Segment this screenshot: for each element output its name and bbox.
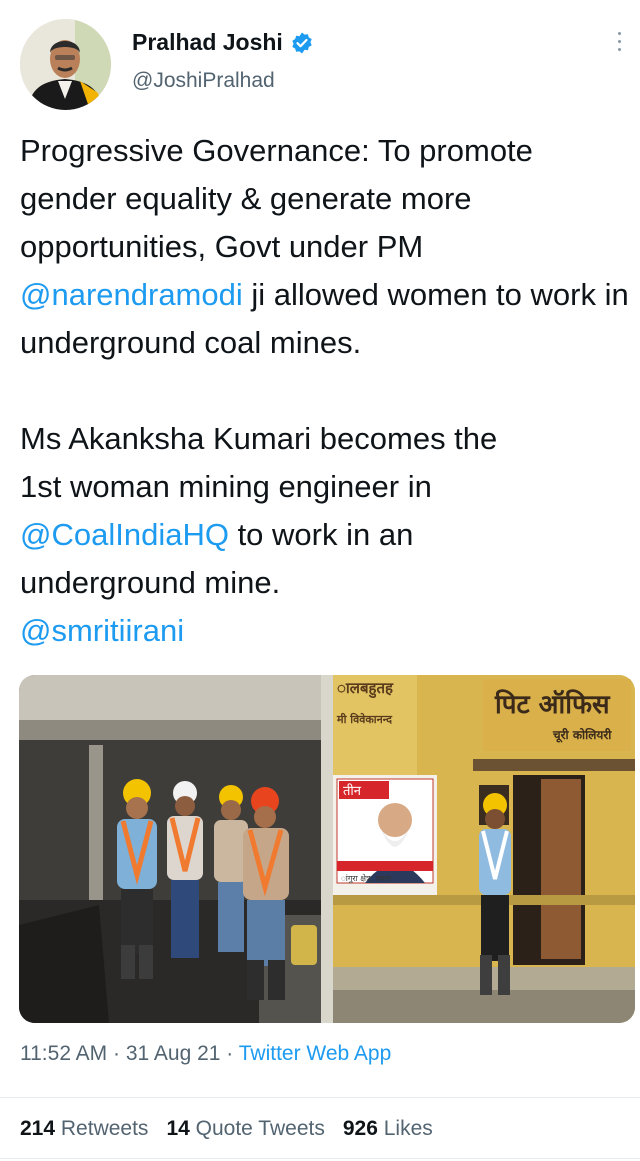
tweet-timestamp: 11:52 AM · 31 Aug 21 · Twitter Web App (20, 1042, 391, 1066)
profile-photo-icon (20, 19, 111, 110)
engagement-stats: 214 Retweets 14 Quote Tweets 926 Likes (20, 1117, 451, 1141)
pit-office-sign: पिट ऑफिस (494, 689, 611, 720)
tweet-date[interactable]: 31 Aug 21 (126, 1042, 221, 1065)
pit-office-sub-sign: चूरी कोलियरी (552, 728, 612, 743)
tweet-paragraph-1: Progressive Governance: To promote gende… (20, 127, 632, 367)
divider (0, 1097, 640, 1098)
tweet-paragraph-2: Ms Akanksha Kumari becomes the 1st woman… (20, 415, 530, 607)
verified-badge-icon (292, 32, 312, 54)
avatar[interactable] (20, 19, 111, 110)
mine-workers-group-photo[interactable] (19, 675, 321, 1023)
quote-tweets-count: 14 (166, 1117, 190, 1140)
tweet-header: Pralhad Joshi @JoshiPralhad (0, 0, 640, 120)
tweet-paragraph-3: @smritiirani (20, 607, 632, 655)
more-options-icon[interactable] (613, 32, 625, 58)
author-handle[interactable]: @JoshiPralhad (132, 69, 275, 93)
tweet-time[interactable]: 11:52 AM (20, 1042, 107, 1065)
tweet-text-segment: Ms Akanksha Kumari becomes the 1st woman… (20, 421, 498, 504)
separator-dot: · (107, 1042, 126, 1065)
retweets-count: 214 (20, 1117, 56, 1140)
retweets-label: Retweets (60, 1117, 149, 1140)
tweet-text-segment: Progressive Governance: To promote gende… (20, 133, 533, 264)
likes-label: Likes (383, 1117, 433, 1140)
divider (0, 1158, 640, 1159)
wall-text-1: ालबहुतह (337, 679, 394, 699)
retweets-stat[interactable]: 214 Retweets (20, 1117, 148, 1141)
tweet-media[interactable]: तीन ांगुरा क्षेत्र, डकरा ालबहुतह मी विवे… (19, 675, 635, 1023)
woman-engineer-pit-office-photo[interactable]: तीन ांगुरा क्षेत्र, डकरा ालबहुतह मी विवे… (333, 675, 635, 1023)
author-name[interactable]: Pralhad Joshi (132, 29, 283, 56)
separator-dot: · (220, 1042, 239, 1065)
source-app-link[interactable]: Twitter Web App (239, 1042, 392, 1065)
poster-top-text: तीन (343, 783, 362, 799)
likes-stat[interactable]: 926 Likes (343, 1117, 433, 1141)
poster-bottom-text: ांगुरा क्षेत्र, डकरा (341, 873, 392, 884)
wall-text-2: मी विवेकानन्द (336, 712, 393, 726)
quote-tweets-stat[interactable]: 14 Quote Tweets (166, 1117, 324, 1141)
quote-tweets-label: Quote Tweets (195, 1117, 325, 1140)
mention-coalindiahq[interactable]: @CoalIndiaHQ (20, 517, 229, 552)
likes-count: 926 (342, 1117, 378, 1140)
mention-narendramodi[interactable]: @narendramodi (20, 277, 243, 312)
mention-smritiirani[interactable]: @smritiirani (20, 613, 184, 648)
tweet-body: Progressive Governance: To promote gende… (20, 127, 632, 655)
